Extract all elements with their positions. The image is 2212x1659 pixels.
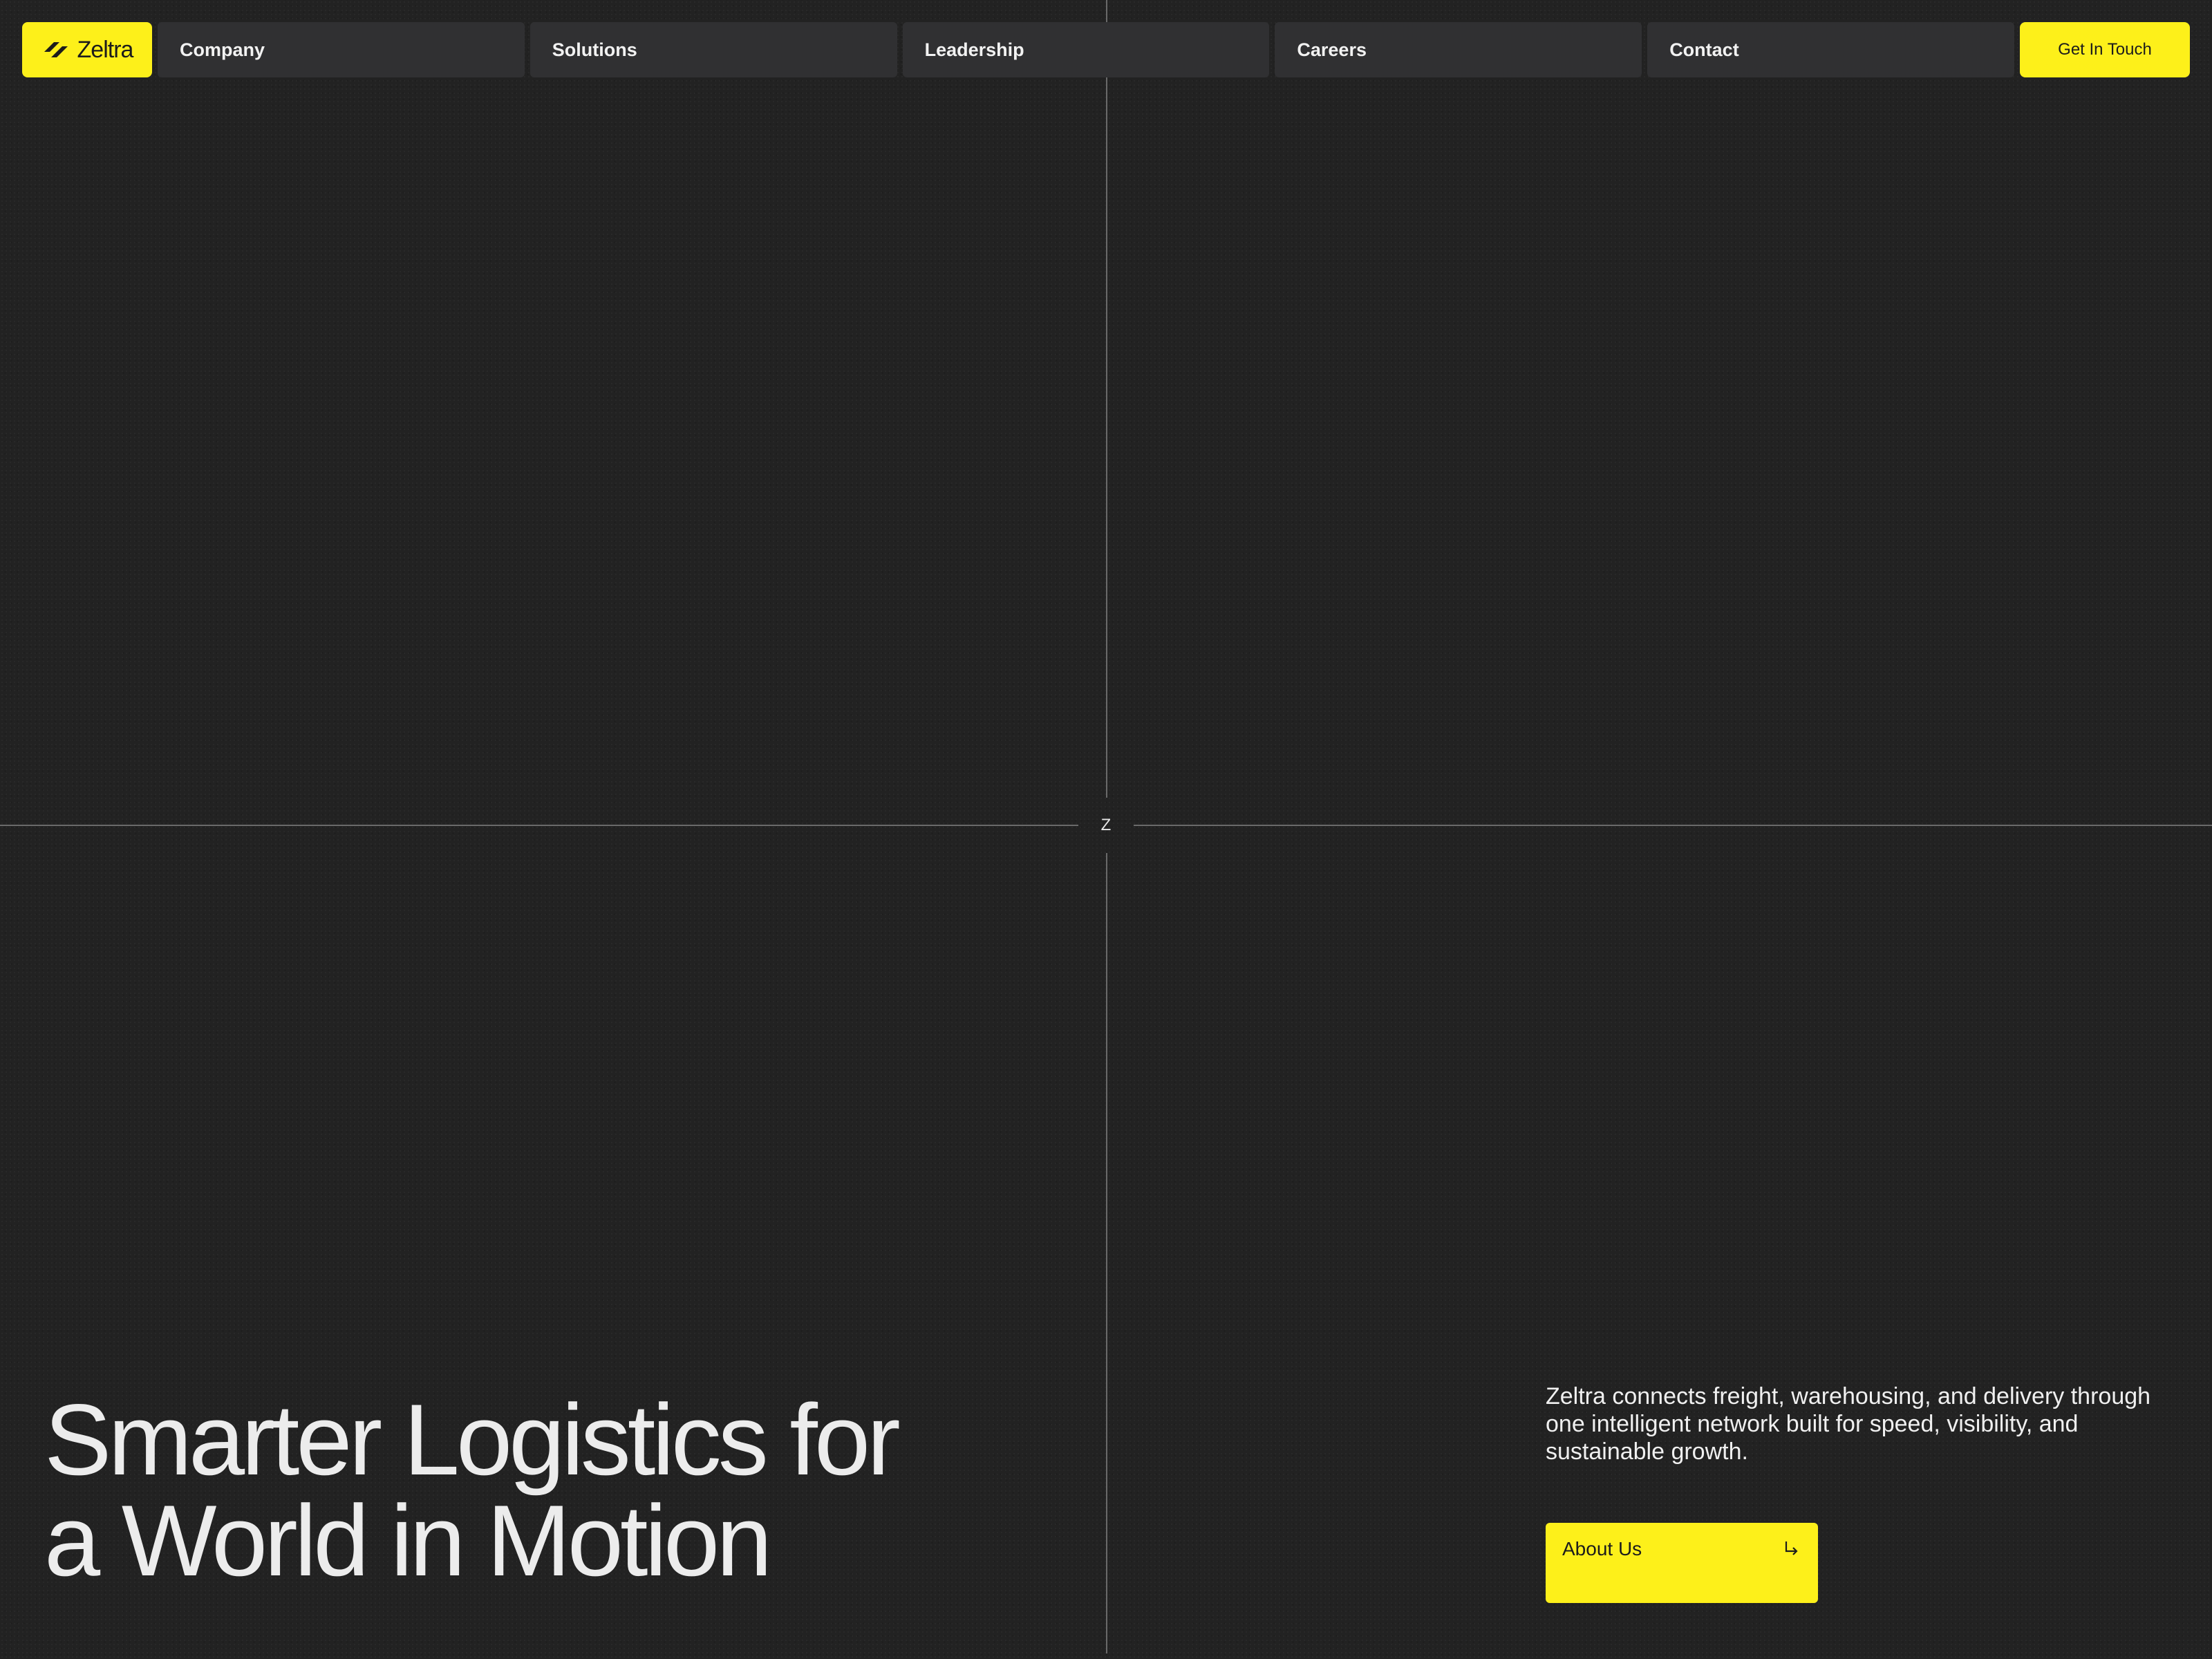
grid-horizontal-line-right bbox=[1134, 825, 2212, 826]
get-in-touch-button[interactable]: Get In Touch bbox=[2019, 22, 2190, 77]
about-us-button[interactable]: About Us bbox=[1546, 1523, 1818, 1603]
nav-item-solutions[interactable]: Solutions bbox=[529, 22, 897, 77]
about-us-label: About Us bbox=[1562, 1538, 1642, 1559]
hero-headline: Smarter Logistics for a World in Motion bbox=[44, 1389, 1047, 1591]
logo-button[interactable]: Zeltra bbox=[22, 22, 152, 77]
nav-item-company[interactable]: Company bbox=[158, 22, 525, 77]
page: Z Zeltra Company Solutions Leadership Ca… bbox=[0, 0, 2212, 1659]
hero-headline-line-1: Smarter Logistics for bbox=[44, 1383, 901, 1496]
arrow-down-right-icon bbox=[1785, 1541, 1798, 1555]
nav-item-contact[interactable]: Contact bbox=[1647, 22, 2014, 77]
nav-item-leadership[interactable]: Leadership bbox=[902, 22, 1270, 77]
top-navigation: Zeltra Company Solutions Leadership Care… bbox=[22, 22, 2190, 77]
hero-headline-line-2: a World in Motion bbox=[44, 1484, 772, 1597]
logo-text: Zeltra bbox=[77, 36, 134, 63]
grid-horizontal-line-left bbox=[0, 825, 1078, 826]
nav-item-careers[interactable]: Careers bbox=[1275, 22, 1642, 77]
grid-center-mark: Z bbox=[1100, 816, 1112, 834]
zeltra-logo-icon bbox=[44, 42, 68, 57]
hero-description: Zeltra connects freight, warehousing, an… bbox=[1546, 1383, 2151, 1465]
grid-vertical-line-top bbox=[1106, 0, 1107, 798]
grid-vertical-line-bottom bbox=[1106, 853, 1107, 1653]
